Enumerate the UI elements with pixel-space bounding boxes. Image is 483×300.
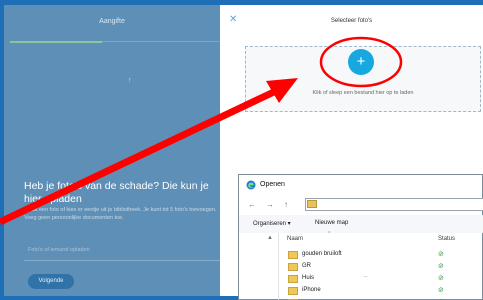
sort-arrow-icon: ^ bbox=[328, 231, 331, 237]
folder-icon bbox=[288, 251, 298, 259]
sync-status-icon: ⊘ bbox=[438, 275, 444, 282]
file-row[interactable]: iPhone ⊘ bbox=[280, 285, 483, 297]
file-name: gouden bruiloft bbox=[302, 251, 342, 257]
file-dialog-title: Openen bbox=[260, 181, 285, 188]
arrow-shaft bbox=[0, 86, 280, 226]
address-bar[interactable] bbox=[305, 198, 483, 211]
file-extra: – bbox=[364, 274, 368, 280]
folder-icon bbox=[307, 200, 317, 208]
up-arrow-icon[interactable]: ↑ bbox=[284, 200, 288, 209]
sync-status-icon: ⊘ bbox=[438, 251, 444, 258]
file-name: Huis bbox=[302, 275, 315, 281]
file-name: iPhone bbox=[302, 287, 321, 293]
folder-icon bbox=[288, 263, 298, 271]
file-dialog-navigation: ← → ↑ bbox=[239, 195, 483, 215]
file-dialog-toolbar: Organiseren ▾ Nieuwe map bbox=[239, 215, 483, 233]
back-arrow-icon[interactable]: ← bbox=[248, 200, 256, 209]
file-row[interactable]: GR ⊘ bbox=[280, 261, 483, 273]
navigation-pane: ▲ bbox=[239, 233, 279, 300]
file-dialog-titlebar: Openen bbox=[239, 175, 483, 195]
folder-icon bbox=[288, 287, 298, 295]
edge-browser-icon bbox=[246, 180, 256, 190]
highlight-circle bbox=[319, 36, 403, 88]
sync-status-icon: ⊘ bbox=[438, 287, 444, 294]
file-row[interactable]: Huis – ⊘ bbox=[280, 273, 483, 285]
new-folder-button[interactable]: Nieuwe map bbox=[315, 220, 348, 226]
collapse-arrow-icon[interactable]: ▲ bbox=[267, 235, 273, 241]
forward-arrow-icon[interactable]: → bbox=[266, 200, 274, 209]
column-header-status[interactable]: Status bbox=[438, 236, 455, 242]
file-row[interactable]: gouden bruiloft ⊘ bbox=[280, 249, 483, 261]
folder-icon bbox=[288, 275, 298, 283]
file-name: GR bbox=[302, 263, 311, 269]
organize-button[interactable]: Organiseren ▾ bbox=[253, 220, 291, 227]
sync-status-icon: ⊘ bbox=[438, 263, 444, 270]
file-open-dialog: Openen ← → ↑ Organiseren ▾ Nieuwe map ▲ … bbox=[238, 174, 483, 300]
column-header-name[interactable]: Naam bbox=[287, 236, 303, 242]
